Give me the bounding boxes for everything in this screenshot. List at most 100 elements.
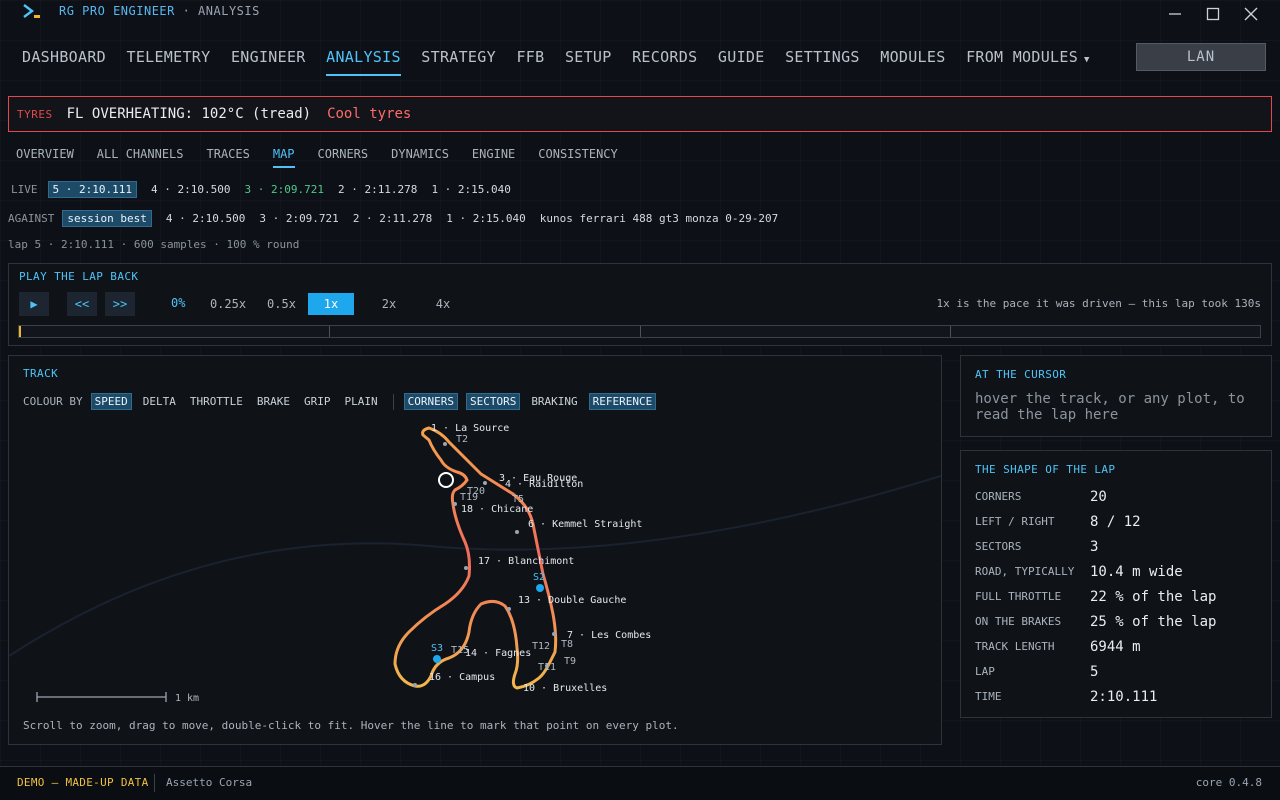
main-nav: DASHBOARD TELEMETRY ENGINEER ANALYSIS STRATE…: [22, 48, 1110, 76]
position-ring: [438, 472, 454, 488]
sector-2-marker: [536, 584, 544, 592]
step-forward-button[interactable]: >>: [105, 292, 135, 316]
stat-row-track-length: TRACK LENGTH 6944 m: [975, 634, 1216, 659]
shape-title: THE SHAPE OF THE LAP: [975, 463, 1116, 476]
stat-value: 6944 m: [1090, 638, 1141, 655]
nav-tab-label: ENGINEER: [230, 48, 306, 66]
speed-2x-button[interactable]: 2x: [362, 293, 416, 315]
label-s3: S3: [431, 643, 443, 654]
against-lap-chip[interactable]: session best: [62, 210, 152, 227]
nav-tab-settings[interactable]: SETTINGS: [785, 48, 860, 76]
speed-0-25x-button[interactable]: 0.25x: [201, 293, 255, 315]
playback-note: 1x is the pace it was driven — this lap …: [936, 297, 1261, 310]
speed-4x-button[interactable]: 4x: [416, 293, 470, 315]
nav-tab-ffb[interactable]: FFB: [516, 48, 544, 76]
nav-tab-from-modules[interactable]: FROM MODULES ▼: [966, 48, 1090, 76]
close-icon: [1244, 7, 1258, 21]
track-map[interactable]: 1 · La Source T2 3 · Eau Rouge 4 · Raidi…: [9, 356, 941, 744]
nav-tab-guide[interactable]: GUIDE: [718, 48, 765, 76]
nav-tab-label: DASHBOARD: [22, 48, 106, 66]
play-button[interactable]: ▶: [19, 292, 49, 316]
sector-tick: [950, 326, 951, 337]
footer-divider: [154, 774, 155, 792]
stat-row-lap: LAP 5: [975, 659, 1216, 684]
label-t2: T2: [456, 434, 468, 445]
nav-tab-engineer[interactable]: ENGINEER: [231, 48, 306, 76]
nav-tab-label: SETUP: [564, 48, 612, 66]
nav-tab-telemetry[interactable]: TELEMETRY: [126, 48, 210, 76]
stat-row-full-throttle: FULL THROTTLE 22 % of the lap: [975, 584, 1216, 609]
stat-label: CORNERS: [975, 490, 1022, 503]
against-lap-chip[interactable]: 3 · 2:09.721: [259, 212, 338, 225]
subtab-engine[interactable]: ENGINE: [472, 147, 515, 168]
nav-tab-label: SETTINGS: [785, 48, 860, 66]
nav-tab-label: GUIDE: [717, 48, 765, 66]
subtab-consistency[interactable]: CONSISTENCY: [538, 147, 617, 168]
nav-tab-dashboard[interactable]: DASHBOARD: [22, 48, 106, 76]
reference-lap-chip[interactable]: kunos ferrari 488 gt3 monza 0-29-207: [540, 212, 778, 225]
nav-tab-setup[interactable]: SETUP: [565, 48, 612, 76]
speed-1x-button[interactable]: 1x: [308, 293, 354, 315]
close-button[interactable]: [1235, 2, 1267, 26]
stat-label: LEFT / RIGHT: [975, 515, 1055, 528]
demo-badge: DEMO — MADE-UP DATA: [17, 776, 149, 789]
lap-info: lap 5 · 2:10.111 · 600 samples · 100 % r…: [8, 238, 300, 251]
play-icon: ▶: [30, 297, 38, 311]
speed-0-5x-button[interactable]: 0.5x: [255, 293, 308, 315]
label-blanchimont: 17 · Blanchimont: [478, 556, 574, 567]
live-lap-chip[interactable]: 3 · 2:09.721: [244, 183, 323, 196]
sector-3-marker: [433, 655, 441, 663]
sim-name: Assetto Corsa: [166, 776, 253, 789]
nav-tab-analysis[interactable]: ANALYSIS: [326, 48, 401, 76]
step-back-button[interactable]: <<: [67, 292, 97, 316]
stat-label: ROAD, TYPICALLY: [975, 565, 1075, 578]
against-lap-chip[interactable]: 1 · 2:15.040: [446, 212, 525, 225]
subtab-dynamics[interactable]: DYNAMICS: [391, 147, 449, 168]
subtab-corners[interactable]: CORNERS: [318, 147, 369, 168]
subtab-overview[interactable]: OVERVIEW: [16, 147, 74, 168]
stat-row-sectors: SECTORS 3: [975, 534, 1216, 559]
stat-label: TRACK LENGTH: [975, 640, 1055, 653]
corner-marker: [507, 607, 511, 611]
maximize-icon: [1206, 7, 1220, 21]
playback-progress: 0%: [171, 296, 186, 310]
label-fagnes: 14 · Fagnes: [465, 648, 531, 659]
nav-tab-strategy[interactable]: STRATEGY: [421, 48, 496, 76]
live-lap-chip[interactable]: 5 · 2:10.111: [47, 181, 137, 198]
label-t19: T19: [460, 492, 478, 503]
stat-value: 25 % of the lap: [1090, 613, 1217, 630]
stat-value: 22 % of the lap: [1090, 588, 1217, 605]
label-t9: T9: [564, 656, 576, 667]
nav-tab-label: RECORDS: [632, 48, 698, 66]
against-lap-chip[interactable]: 2 · 2:11.278: [353, 212, 432, 225]
stat-value: 20: [1090, 488, 1107, 505]
lan-button[interactable]: LAN: [1136, 43, 1266, 71]
corner-marker: [464, 566, 468, 570]
subtab-map[interactable]: MAP: [272, 147, 295, 168]
stat-label: SECTORS: [975, 540, 1022, 553]
live-lap-chip[interactable]: 2 · 2:11.278: [338, 183, 417, 196]
minimize-button[interactable]: [1159, 2, 1191, 26]
against-laps-row: AGAINST session best 4 · 2:10.500 3 · 2:09…: [8, 210, 792, 227]
title-bar: RG PRO ENGINEER · ANALYSIS: [0, 0, 1280, 28]
nav-tab-label: FROM MODULES: [966, 48, 1079, 66]
nav-tab-label: ANALYSIS: [326, 48, 401, 66]
live-lap-chip[interactable]: 4 · 2:10.500: [151, 183, 230, 196]
against-lap-chip[interactable]: 4 · 2:10.500: [166, 212, 245, 225]
alert-message: FL OVERHEATING: 102°C (tread): [66, 106, 312, 122]
scrub-cursor[interactable]: [19, 326, 21, 337]
subtab-all-channels[interactable]: ALL CHANNELS: [97, 147, 184, 168]
nav-tab-records[interactable]: RECORDS: [632, 48, 697, 76]
live-lap-chip[interactable]: 1 · 2:15.040: [431, 183, 510, 196]
maximize-button[interactable]: [1197, 2, 1229, 26]
lap-scrubber[interactable]: [18, 325, 1261, 338]
label-t11: T11: [538, 662, 556, 673]
stat-label: TIME: [975, 690, 1002, 703]
chevron-down-icon: ▼: [1084, 55, 1090, 65]
label-s2: S2: [533, 572, 545, 583]
stat-row-corners: CORNERS 20: [975, 484, 1216, 509]
nav-tab-modules[interactable]: MODULES: [880, 48, 945, 76]
app-subtitle: · ANALYSIS: [182, 4, 260, 18]
stat-value: 5: [1090, 663, 1099, 680]
subtab-traces[interactable]: TRACES: [207, 147, 250, 168]
